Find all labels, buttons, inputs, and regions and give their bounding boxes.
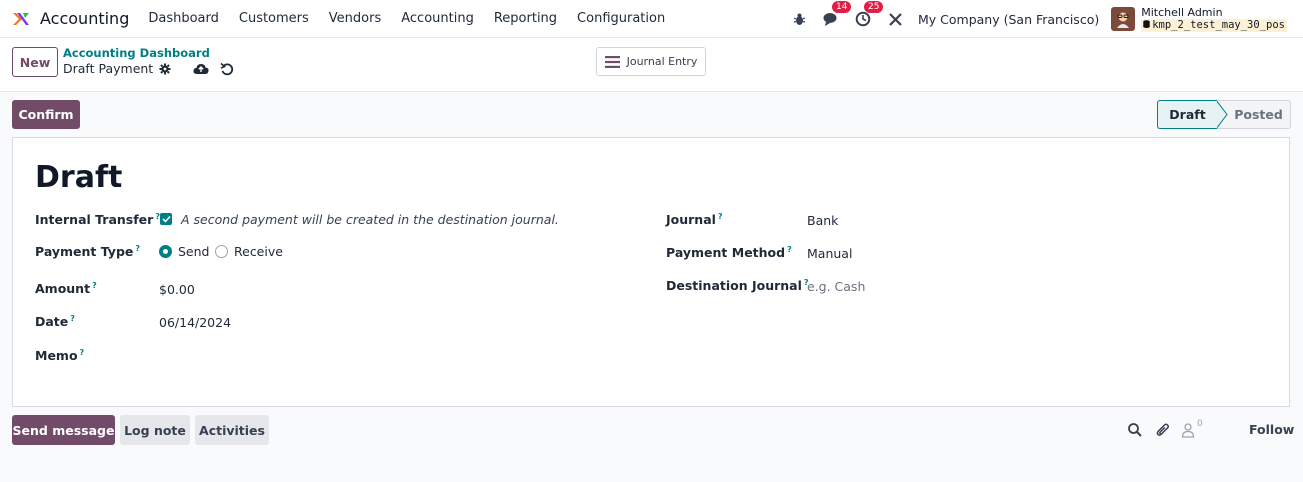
menu-reporting[interactable]: Reporting	[494, 11, 557, 26]
followers-count: 0	[1197, 419, 1203, 429]
accounting-app-icon	[13, 12, 29, 25]
activities-badge: 25	[864, 1, 884, 13]
journal-text: Journal	[666, 212, 716, 228]
menu-dashboard[interactable]: Dashboard	[148, 11, 219, 26]
messages-chat-icon[interactable]: 14	[822, 1, 852, 28]
check-icon	[161, 215, 171, 223]
control-panel: New Accounting Dashboard Draft Payment J…	[0, 38, 1303, 92]
confirm-button[interactable]: Confirm	[12, 100, 80, 129]
status-draft[interactable]: Draft	[1157, 100, 1217, 129]
database-label: kmp_2_test_may_30_pos	[1152, 19, 1285, 31]
systray: 14 25 My Company (San Francisco) Mitchel…	[776, 0, 1287, 38]
journal-field[interactable]: Bank	[807, 213, 838, 228]
menu-configuration[interactable]: Configuration	[577, 11, 665, 26]
date-text: Date	[35, 314, 69, 330]
date-label: Date?	[35, 314, 75, 329]
internal-transfer-label: Internal Transfer?	[35, 212, 160, 227]
debug-bug-icon[interactable]	[790, 10, 808, 28]
breadcrumb-current-label: Draft Payment	[63, 61, 154, 76]
internal-transfer-text: Internal Transfer	[35, 212, 154, 228]
app-name: Accounting	[40, 9, 130, 28]
breadcrumb-current: Draft Payment	[63, 61, 171, 76]
save-cloud-icon[interactable]	[193, 62, 209, 76]
payment-type-label: Payment Type?	[35, 244, 140, 259]
journal-entry-smart-button[interactable]: Journal Entry	[596, 47, 706, 76]
send-message-button[interactable]: Send message	[12, 415, 115, 445]
menu-customers[interactable]: Customers	[239, 11, 309, 26]
memo-label: Memo?	[35, 348, 84, 363]
amount-field[interactable]: $0.00	[159, 282, 195, 297]
payment-type-send-label[interactable]: Send	[178, 244, 209, 259]
memo-text: Memo	[35, 348, 78, 364]
list-bars-icon	[604, 55, 620, 68]
user-info: Mitchell Admin kmp_2_test_may_30_pos	[1141, 6, 1287, 32]
help-icon[interactable]: ?	[92, 281, 97, 290]
status-posted[interactable]: Posted	[1217, 100, 1291, 129]
amount-label: Amount?	[35, 281, 97, 296]
user-menu[interactable]: Mitchell Admin kmp_2_test_may_30_pos	[1111, 6, 1287, 32]
payment-type-text: Payment Type	[35, 244, 134, 260]
status-arrow-icon	[1216, 100, 1228, 129]
internal-transfer-checkbox[interactable]	[160, 213, 172, 225]
payment-method-label: Payment Method?	[666, 245, 792, 260]
memo-field[interactable]	[159, 348, 579, 364]
gear-icon[interactable]	[159, 63, 171, 75]
tools-icon[interactable]	[886, 10, 904, 28]
payment-type-send-radio[interactable]	[159, 245, 172, 258]
app-brand[interactable]: Accounting	[12, 9, 129, 28]
destination-journal-text: Destination Journal	[666, 278, 802, 294]
new-button[interactable]: New	[12, 47, 58, 77]
destination-journal-field[interactable]: e.g. Cash	[807, 279, 865, 294]
database-name: kmp_2_test_may_30_pos	[1141, 19, 1287, 32]
menu-vendors[interactable]: Vendors	[329, 11, 381, 26]
help-icon[interactable]: ?	[787, 245, 792, 254]
payment-type-receive-radio[interactable]	[215, 245, 228, 258]
help-icon[interactable]: ?	[135, 244, 140, 253]
avatar	[1111, 7, 1136, 31]
payment-method-text: Payment Method	[666, 245, 786, 261]
search-icon[interactable]	[1127, 422, 1143, 438]
activities-button[interactable]: Activities	[195, 415, 269, 445]
form-sheet: Draft Internal Transfer? A second paymen…	[12, 137, 1290, 407]
top-navbar: Accounting Dashboard Customers Vendors A…	[0, 0, 1303, 38]
amount-text: Amount	[35, 281, 91, 297]
followers-user-icon[interactable]	[1180, 422, 1196, 438]
date-field[interactable]: 06/14/2024	[159, 315, 231, 330]
breadcrumb-parent[interactable]: Accounting Dashboard	[63, 46, 210, 60]
help-icon[interactable]: ?	[70, 314, 75, 323]
journal-label: Journal?	[666, 212, 723, 227]
destination-journal-label: Destination Journal?	[666, 278, 809, 293]
payment-type-receive-label[interactable]: Receive	[234, 244, 283, 259]
activities-clock-icon[interactable]: 25	[854, 1, 884, 28]
paperclip-icon[interactable]	[1155, 422, 1171, 438]
discard-undo-icon[interactable]	[220, 62, 234, 76]
follow-button[interactable]: Follow	[1249, 422, 1294, 437]
menu-accounting[interactable]: Accounting	[401, 11, 474, 26]
payment-method-field[interactable]: Manual	[807, 246, 852, 261]
database-icon	[1143, 20, 1150, 28]
internal-transfer-note: A second payment will be created in the …	[181, 212, 559, 227]
log-note-button[interactable]: Log note	[120, 415, 190, 445]
user-name: Mitchell Admin	[1141, 6, 1223, 19]
help-icon[interactable]: ?	[80, 348, 85, 357]
help-icon[interactable]: ?	[718, 212, 723, 221]
main-menu: Dashboard Customers Vendors Accounting R…	[148, 11, 685, 26]
record-title: Draft	[35, 160, 123, 195]
messages-badge: 14	[832, 1, 852, 13]
journal-entry-label: Journal Entry	[626, 55, 698, 68]
company-switcher[interactable]: My Company (San Francisco)	[918, 12, 1099, 27]
